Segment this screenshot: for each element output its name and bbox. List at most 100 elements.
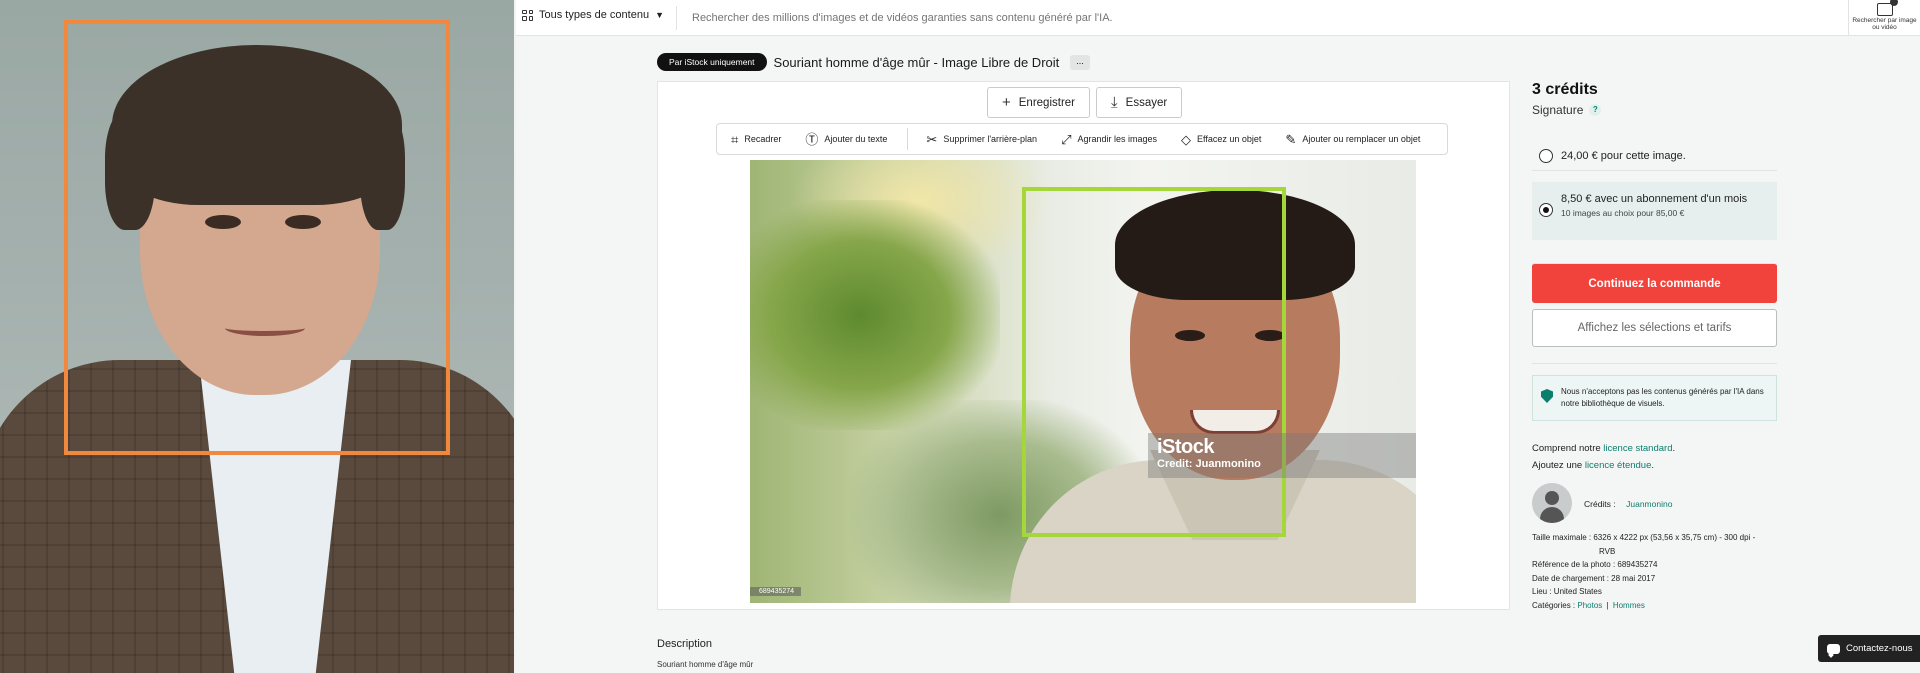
chevron-down-icon: ▼ [655,10,664,20]
action-buttons: + Enregistrer ⤓ Essayer [987,87,1183,118]
tool-remove-background[interactable]: ✂ Supprimer l'arrière-plan [926,133,1037,146]
tool-label: Ajouter du texte [824,134,888,144]
extended-license-link[interactable]: licence étendue [1585,460,1652,471]
contact-button[interactable]: Contactez-nous [1818,635,1920,662]
radio-button-selected[interactable] [1539,203,1553,217]
continue-order-button[interactable]: Continuez la commande [1532,263,1777,303]
screenshot-root: Tous types de contenu ▼ Rechercher par i… [0,0,1920,673]
contributor-credit: Crédits : Juanmonino [1584,494,1672,512]
license-suffix: . [1672,443,1676,454]
ai-notice-text: Nous n'acceptons pas les contenus généré… [1561,387,1764,408]
tool-label: Ajouter ou remplacer un objet [1302,134,1421,144]
tier-label: Signature [1532,103,1584,117]
credits-label: Crédits : [1584,499,1616,509]
category-separator: | [1606,600,1609,610]
expand-icon: ⤢ [1061,131,1072,147]
description-heading: Description [657,638,713,650]
license-suffix: . [1651,460,1655,471]
eraser-icon: ◇ [1181,131,1192,147]
view-plans-button[interactable]: Affichez les sélections et tarifs [1532,309,1777,347]
grid-icon [522,9,533,21]
more-button[interactable]: ... [1070,54,1090,70]
image-search-icon [1876,0,1898,16]
page-title: Souriant homme d'âge mûr - Image Libre d… [773,54,1060,70]
scissors-icon: ✂ [926,131,938,147]
watermark-credit: Credit: Juanmonino [1157,458,1261,470]
image-id: 689435274 [750,587,802,596]
photo-reference: Référence de la photo : 689435274 [1532,560,1658,569]
image-preview-panel: + Enregistrer ⤓ Essayer ⌗ Recadrer Ⓣ Ajo… [657,81,1510,610]
avatar[interactable] [1532,483,1572,523]
save-label: Enregistrer [1018,96,1076,109]
contributor-row: Crédits : Juanmonino [1532,483,1777,523]
plus-icon: + [1002,94,1011,111]
shield-icon [1541,389,1553,403]
license-prefix: Comprend notre [1532,443,1601,454]
tool-label: Effacez un objet [1197,134,1262,144]
toolbar-separator [907,128,909,150]
license-info: Comprend notre licence standard. Ajoutez… [1532,440,1777,474]
stock-photo[interactable]: iStock Credit: Juanmonino 689435274 [750,160,1416,603]
categories: Catégories : Photos | Hommes [1532,599,1777,613]
tool-label: Recadrer [744,134,782,144]
price-option-label: 24,00 € pour cette image. [1561,149,1686,162]
license-line-extended: Ajoutez une licence étendue. [1532,457,1777,474]
category-photos-link[interactable]: Photos [1577,601,1602,610]
replace-icon: ✎ [1285,131,1297,147]
try-label: Essayer [1125,96,1168,109]
description-text: Souriant homme d'âge mûr [657,660,754,669]
standard-license-link[interactable]: licence standard [1603,443,1672,454]
image-metadata: Taille maximale : 6326 x 4222 px (53,56 … [1532,531,1777,612]
price-option-text: 8,50 € avec un abonnement d'un mois 10 i… [1561,193,1747,218]
category-men-link[interactable]: Hommes [1613,601,1645,610]
search-separator [676,6,677,30]
tool-upscale[interactable]: ⤢ Agrandir les images [1061,133,1157,146]
watermark: iStock Credit: Juanmonino [1148,433,1416,478]
contributor-link[interactable]: Juanmonino [1626,499,1672,509]
content-type-dropdown[interactable]: Tous types de contenu ▼ [522,9,664,21]
istock-page: Tous types de contenu ▼ Rechercher par i… [516,0,1920,673]
credits-price: 3 crédits [1532,81,1598,98]
top-bar: Tous types de contenu ▼ Rechercher par i… [516,0,1920,36]
istock-logo: iStock [1157,436,1215,458]
pricing-panel: 3 crédits Signature ? 24,00 € pour cette… [1532,81,1777,612]
color-mode: RVB [1599,546,1616,556]
image-search-button[interactable]: Rechercher par image ou vidéo [1848,0,1920,36]
license-prefix: Ajoutez une [1532,460,1583,471]
tool-crop[interactable]: ⌗ Recadrer [731,133,781,146]
price-option-sublabel: 10 images au choix pour 85,00 € [1561,208,1685,218]
price-option-label: 8,50 € avec un abonnement d'un mois [1561,193,1748,205]
try-button[interactable]: ⤓ Essayer [1096,87,1183,118]
categories-label: Catégories : [1532,600,1576,610]
ai-notice: Nous n'acceptons pas les contenus généré… [1532,375,1777,421]
chat-icon [1827,643,1840,654]
face-bounding-box [64,20,450,455]
download-icon: ⤓ [1111,94,1118,111]
tool-replace-object[interactable]: ✎ Ajouter ou remplacer un objet [1285,133,1420,146]
text-icon: Ⓣ [805,131,819,147]
max-size: Taille maximale : 6326 x 4222 px (53,56 … [1532,533,1756,542]
divider [1532,363,1777,364]
edit-toolbar: ⌗ Recadrer Ⓣ Ajouter du texte ✂ Supprime… [716,123,1448,155]
tool-add-text[interactable]: Ⓣ Ajouter du texte [805,133,887,146]
tool-label: Agrandir les images [1077,134,1158,144]
tool-erase-object[interactable]: ◇ Effacez un objet [1181,133,1261,146]
price-option-single[interactable]: 24,00 € pour cette image. [1532,141,1777,171]
price-option-subscription[interactable]: 8,50 € avec un abonnement d'un mois 10 i… [1532,182,1777,240]
license-line-standard: Comprend notre licence standard. [1532,440,1777,457]
image-search-label: Rechercher par image ou vidéo [1852,17,1917,31]
search-input[interactable] [692,8,1692,28]
content-type-label: Tous types de contenu [539,9,650,21]
tier-row: Signature ? [1532,103,1777,117]
contact-label: Contactez-nous [1846,643,1913,654]
comparison-photo [0,0,514,673]
face-bounding-box [1022,187,1286,537]
help-icon[interactable]: ? [1589,104,1602,116]
upload-date: Date de chargement : 28 mai 2017 [1532,573,1656,583]
exclusive-badge: Par iStock uniquement [657,53,767,71]
location: Lieu : United States [1532,587,1602,596]
crop-icon: ⌗ [731,131,739,147]
save-button[interactable]: + Enregistrer [987,87,1091,118]
radio-button[interactable] [1539,148,1553,163]
title-row: Par iStock uniquement Souriant homme d'â… [657,53,1090,71]
